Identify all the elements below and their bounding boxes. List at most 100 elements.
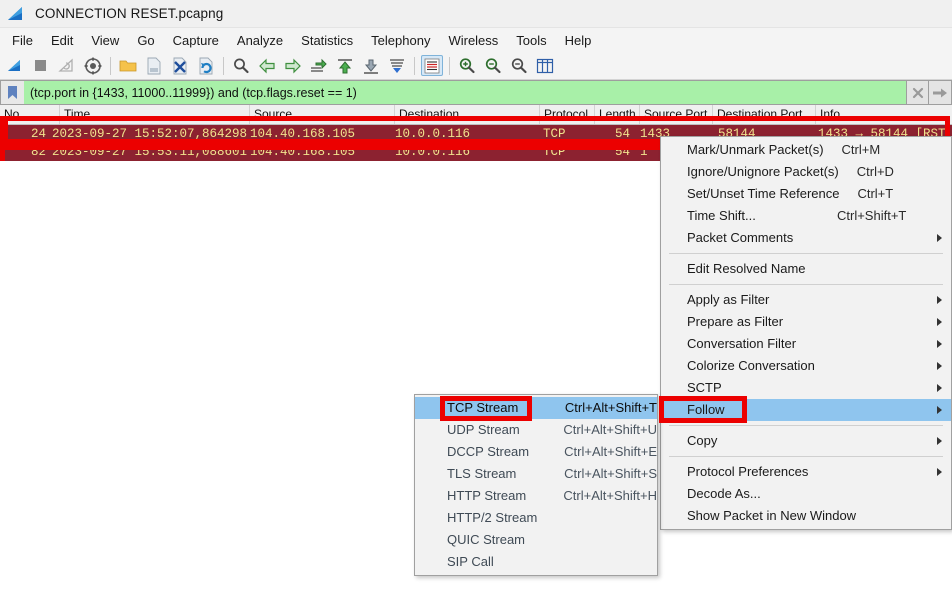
toolbar-separator xyxy=(414,56,415,75)
open-file-icon[interactable] xyxy=(117,55,139,77)
context-menu-item-label: Set/Unset Time Reference xyxy=(687,186,840,201)
window-title: CONNECTION RESET.pcapng xyxy=(35,6,224,21)
context-menu-item-follow[interactable]: Follow xyxy=(661,399,951,421)
menu-file[interactable]: File xyxy=(3,30,42,51)
context-menu-item-accelerator: Ctrl+Shift+T xyxy=(837,208,907,223)
apply-filter-arrow-icon[interactable] xyxy=(929,80,952,105)
chevron-right-icon xyxy=(937,340,942,348)
context-menu-item-copy[interactable]: Copy xyxy=(661,430,951,452)
menu-telephony[interactable]: Telephony xyxy=(362,30,439,51)
context-menu-item-label: Show Packet in New Window xyxy=(687,508,857,523)
follow-submenu-item-accelerator: Ctrl+Alt+Shift+T xyxy=(564,400,657,415)
main-toolbar xyxy=(0,52,952,80)
column-header-info[interactable]: Info xyxy=(816,105,952,124)
follow-submenu-item-accelerator: Ctrl+Alt+Shift+H xyxy=(563,488,657,503)
chevron-right-icon xyxy=(937,296,942,304)
context-menu-item-accelerator: Ctrl+M xyxy=(841,142,881,157)
column-header-no[interactable]: No. xyxy=(0,105,60,124)
packet-context-menu[interactable]: Mark/Unmark Packet(s) Ctrl+M Ignore/Unig… xyxy=(660,136,952,530)
follow-submenu-item-accelerator: Ctrl+Alt+Shift+S xyxy=(564,466,657,481)
context-menu-item-time-shift[interactable]: Time Shift... Ctrl+Shift+T xyxy=(661,205,951,227)
column-header-source-port[interactable]: Source Port xyxy=(640,105,713,124)
context-menu-item-ignore-unignore-packet[interactable]: Ignore/Unignore Packet(s) Ctrl+D xyxy=(661,161,951,183)
find-packet-icon[interactable] xyxy=(230,55,252,77)
menu-bar: File Edit View Go Capture Analyze Statis… xyxy=(0,28,952,52)
menu-edit[interactable]: Edit xyxy=(42,30,82,51)
context-menu-separator xyxy=(669,456,943,457)
context-menu-item-label: Edit Resolved Name xyxy=(687,261,806,276)
column-header-time[interactable]: Time xyxy=(60,105,250,124)
save-file-icon[interactable] xyxy=(143,55,165,77)
menu-view[interactable]: View xyxy=(82,30,128,51)
follow-submenu-item-label: TLS Stream xyxy=(447,466,517,481)
zoom-in-icon[interactable] xyxy=(456,55,478,77)
start-capture-icon[interactable] xyxy=(4,55,26,77)
menu-go[interactable]: Go xyxy=(128,30,163,51)
follow-submenu-item-quic-stream[interactable]: QUIC Stream xyxy=(415,529,657,551)
context-menu-separator xyxy=(669,253,943,254)
menu-analyze[interactable]: Analyze xyxy=(228,30,292,51)
context-menu-item-prepare-as-filter[interactable]: Prepare as Filter xyxy=(661,311,951,333)
follow-submenu-item-sip-call[interactable]: SIP Call xyxy=(415,551,657,573)
selected-packet-row-highlight-edge xyxy=(0,116,5,161)
context-menu-item-label: Protocol Preferences xyxy=(687,464,809,479)
context-menu-item-conversation-filter[interactable]: Conversation Filter xyxy=(661,333,951,355)
column-header-length[interactable]: Length xyxy=(595,105,640,124)
follow-submenu-item-dccp-stream[interactable]: DCCP Stream Ctrl+Alt+Shift+E xyxy=(415,441,657,463)
context-menu-item-show-packet-in-new-window[interactable]: Show Packet in New Window xyxy=(661,505,951,527)
menu-capture[interactable]: Capture xyxy=(164,30,228,51)
column-header-protocol[interactable]: Protocol xyxy=(540,105,595,124)
context-menu-item-label: Colorize Conversation xyxy=(687,358,815,373)
context-menu-item-decode-as[interactable]: Decode As... xyxy=(661,483,951,505)
chevron-right-icon xyxy=(937,234,942,242)
column-header-destination-port[interactable]: Destination Port xyxy=(713,105,816,124)
column-header-source[interactable]: Source xyxy=(250,105,395,124)
context-menu-item-sctp[interactable]: SCTP xyxy=(661,377,951,399)
bookmark-icon[interactable] xyxy=(0,80,24,105)
context-menu-item-label: Conversation Filter xyxy=(687,336,797,351)
go-to-last-packet-icon[interactable] xyxy=(360,55,382,77)
menu-help[interactable]: Help xyxy=(556,30,601,51)
context-menu-item-set-unset-time-reference[interactable]: Set/Unset Time Reference Ctrl+T xyxy=(661,183,951,205)
context-menu-item-protocol-preferences[interactable]: Protocol Preferences xyxy=(661,461,951,483)
context-menu-item-label: Ignore/Unignore Packet(s) xyxy=(687,164,839,179)
display-filter-bar: (tcp.port in {1433, 11000..11999}) and (… xyxy=(0,80,952,106)
go-to-packet-icon[interactable] xyxy=(308,55,330,77)
menu-wireless[interactable]: Wireless xyxy=(439,30,507,51)
stop-capture-icon[interactable] xyxy=(30,55,52,77)
go-to-first-packet-icon[interactable] xyxy=(334,55,356,77)
context-menu-item-packet-comments[interactable]: Packet Comments xyxy=(661,227,951,249)
follow-submenu-item-tcp-stream[interactable]: TCP Stream Ctrl+Alt+Shift+T xyxy=(415,397,657,419)
menu-tools[interactable]: Tools xyxy=(507,30,555,51)
resize-columns-icon[interactable] xyxy=(534,55,556,77)
capture-options-icon[interactable] xyxy=(82,55,104,77)
follow-submenu-item-http-stream[interactable]: HTTP Stream Ctrl+Alt+Shift+H xyxy=(415,485,657,507)
clear-filter-icon[interactable] xyxy=(906,80,929,105)
go-forward-icon[interactable] xyxy=(282,55,304,77)
display-filter-input[interactable]: (tcp.port in {1433, 11000..11999}) and (… xyxy=(24,80,906,105)
go-back-icon[interactable] xyxy=(256,55,278,77)
context-menu-item-edit-resolved-name[interactable]: Edit Resolved Name xyxy=(661,258,951,280)
follow-submenu[interactable]: TCP Stream Ctrl+Alt+Shift+T UDP Stream C… xyxy=(414,394,658,576)
follow-submenu-item-tls-stream[interactable]: TLS Stream Ctrl+Alt+Shift+S xyxy=(415,463,657,485)
chevron-right-icon xyxy=(937,437,942,445)
close-file-icon[interactable] xyxy=(169,55,191,77)
follow-submenu-item-http2-stream[interactable]: HTTP/2 Stream xyxy=(415,507,657,529)
zoom-out-icon[interactable] xyxy=(482,55,504,77)
title-bar: CONNECTION RESET.pcapng xyxy=(0,0,952,28)
context-menu-item-mark-unmark-packet[interactable]: Mark/Unmark Packet(s) Ctrl+M xyxy=(661,139,951,161)
follow-submenu-item-accelerator: Ctrl+Alt+Shift+U xyxy=(563,422,657,437)
follow-submenu-item-udp-stream[interactable]: UDP Stream Ctrl+Alt+Shift+U xyxy=(415,419,657,441)
wireshark-shark-fin-icon xyxy=(5,3,27,25)
menu-statistics[interactable]: Statistics xyxy=(292,30,362,51)
normal-size-icon[interactable] xyxy=(508,55,530,77)
context-menu-item-apply-as-filter[interactable]: Apply as Filter xyxy=(661,289,951,311)
restart-capture-icon[interactable] xyxy=(56,55,78,77)
colorize-packet-list-icon[interactable] xyxy=(421,55,443,76)
follow-submenu-item-label: HTTP/2 Stream xyxy=(447,510,538,525)
context-menu-item-colorize-conversation[interactable]: Colorize Conversation xyxy=(661,355,951,377)
follow-submenu-item-accelerator: Ctrl+Alt+Shift+E xyxy=(564,444,657,459)
column-header-destination[interactable]: Destination xyxy=(395,105,540,124)
reload-file-icon[interactable] xyxy=(195,55,217,77)
auto-scroll-icon[interactable] xyxy=(386,55,408,77)
